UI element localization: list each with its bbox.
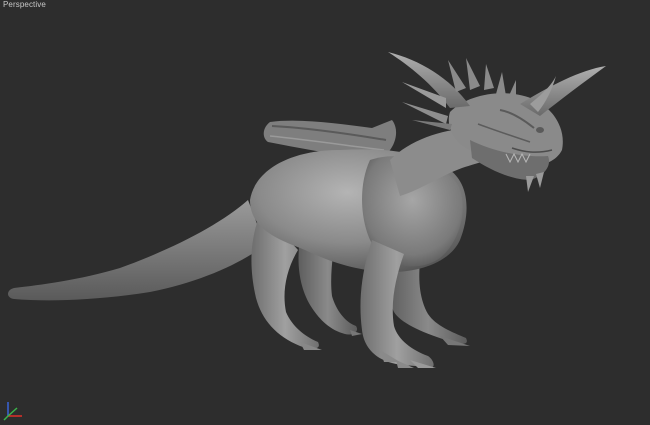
axis-tripod-icon	[3, 402, 22, 421]
dragon-model[interactable]	[0, 0, 650, 425]
perspective-viewport[interactable]: Perspective	[0, 0, 650, 425]
back-horn	[520, 66, 606, 116]
far-front-leg	[389, 262, 467, 344]
tail	[8, 200, 265, 301]
